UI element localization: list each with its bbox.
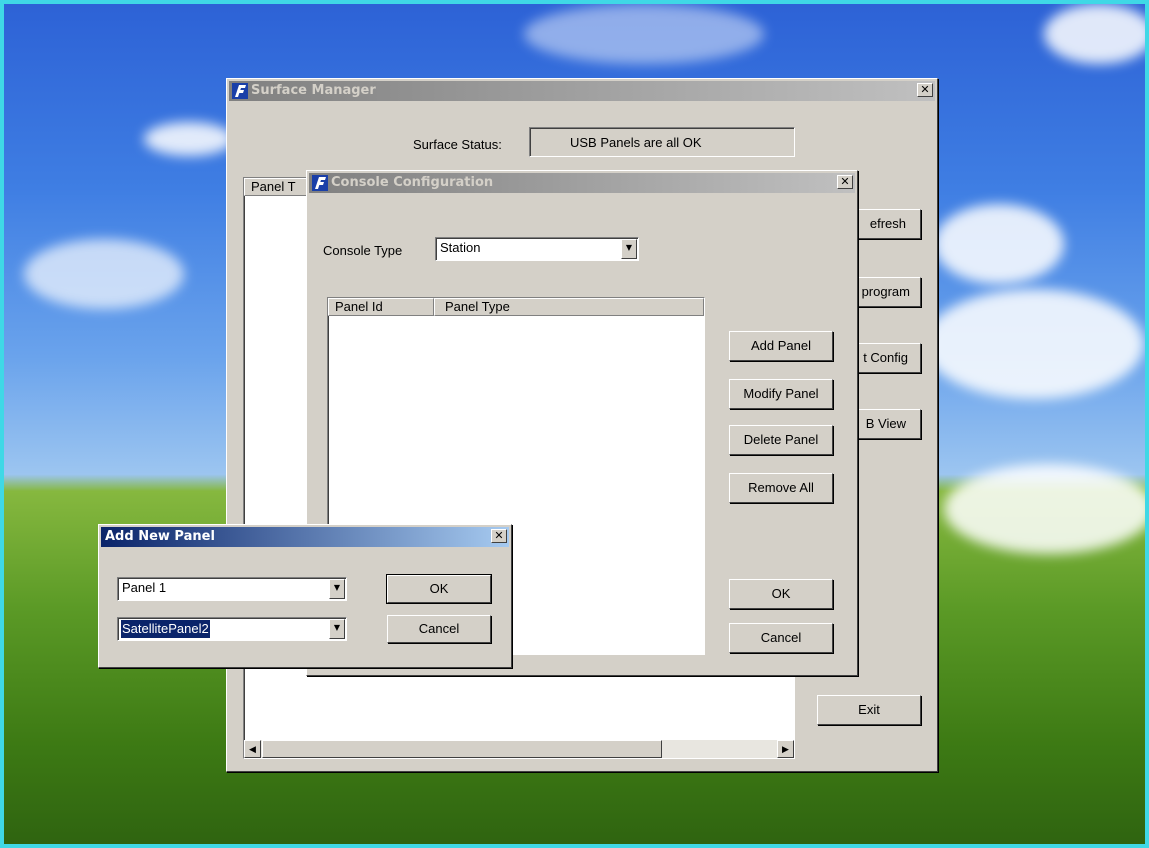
panel-id-select[interactable]: Panel 1 ▼ bbox=[117, 577, 347, 601]
delete-panel-button[interactable]: Delete Panel bbox=[729, 425, 833, 455]
ok-button[interactable]: OK bbox=[729, 579, 833, 609]
add-panel-button[interactable]: Add Panel bbox=[729, 331, 833, 361]
chevron-down-icon[interactable]: ▼ bbox=[621, 239, 637, 259]
console-configuration-titlebar[interactable]: Console Configuration ✕ bbox=[309, 173, 855, 193]
cloud bbox=[24, 239, 184, 309]
close-icon[interactable]: ✕ bbox=[491, 529, 507, 543]
scrollbar-thumb[interactable] bbox=[262, 740, 662, 758]
panel-id-value: Panel 1 bbox=[122, 580, 167, 595]
cloud bbox=[934, 204, 1064, 284]
console-type-select[interactable]: Station ▼ bbox=[435, 237, 639, 261]
surface-status-label: Surface Status: bbox=[413, 137, 502, 152]
cancel-button[interactable]: Cancel bbox=[729, 623, 833, 653]
app-logo-icon bbox=[312, 175, 328, 191]
surface-manager-titlebar[interactable]: Surface Manager ✕ bbox=[229, 81, 935, 101]
dialog-title: Add New Panel bbox=[105, 529, 215, 544]
cloud bbox=[924, 289, 1144, 399]
chevron-down-icon[interactable]: ▼ bbox=[329, 619, 345, 639]
exit-button[interactable]: Exit bbox=[817, 695, 921, 725]
horizontal-scrollbar[interactable]: ◀ ▶ bbox=[244, 740, 794, 758]
app-logo-icon bbox=[232, 83, 248, 99]
close-icon[interactable]: ✕ bbox=[837, 175, 853, 189]
cloud bbox=[944, 464, 1145, 554]
close-icon[interactable]: ✕ bbox=[917, 83, 933, 97]
column-header-panel-type[interactable]: Panel Type bbox=[434, 298, 704, 316]
window-title: Surface Manager bbox=[251, 83, 376, 98]
surface-status-field: USB Panels are all OK bbox=[529, 127, 795, 157]
console-type-label: Console Type bbox=[323, 243, 403, 258]
console-type-value: Station bbox=[440, 240, 481, 255]
panel-type-value[interactable]: SatellitePanel2 bbox=[121, 620, 210, 638]
cloud bbox=[144, 122, 234, 156]
cloud bbox=[524, 4, 764, 64]
scroll-left-icon[interactable]: ◀ bbox=[244, 740, 261, 758]
window-title: Console Configuration bbox=[331, 175, 494, 190]
remove-all-button[interactable]: Remove All bbox=[729, 473, 833, 503]
panel-type-select[interactable]: SatellitePanel2 ▼ bbox=[117, 617, 347, 641]
add-new-panel-dialog: Add New Panel ✕ Panel 1 ▼ SatellitePanel… bbox=[98, 524, 512, 668]
surface-status-value: USB Panels are all OK bbox=[570, 135, 702, 150]
add-new-panel-titlebar[interactable]: Add New Panel ✕ bbox=[101, 527, 509, 547]
column-header-panel-id[interactable]: Panel Id bbox=[328, 298, 434, 316]
modify-panel-button[interactable]: Modify Panel bbox=[729, 379, 833, 409]
ok-button[interactable]: OK bbox=[386, 574, 492, 604]
cloud bbox=[1044, 4, 1145, 64]
cancel-button[interactable]: Cancel bbox=[387, 615, 491, 643]
chevron-down-icon[interactable]: ▼ bbox=[329, 579, 345, 599]
scroll-right-icon[interactable]: ▶ bbox=[777, 740, 794, 758]
